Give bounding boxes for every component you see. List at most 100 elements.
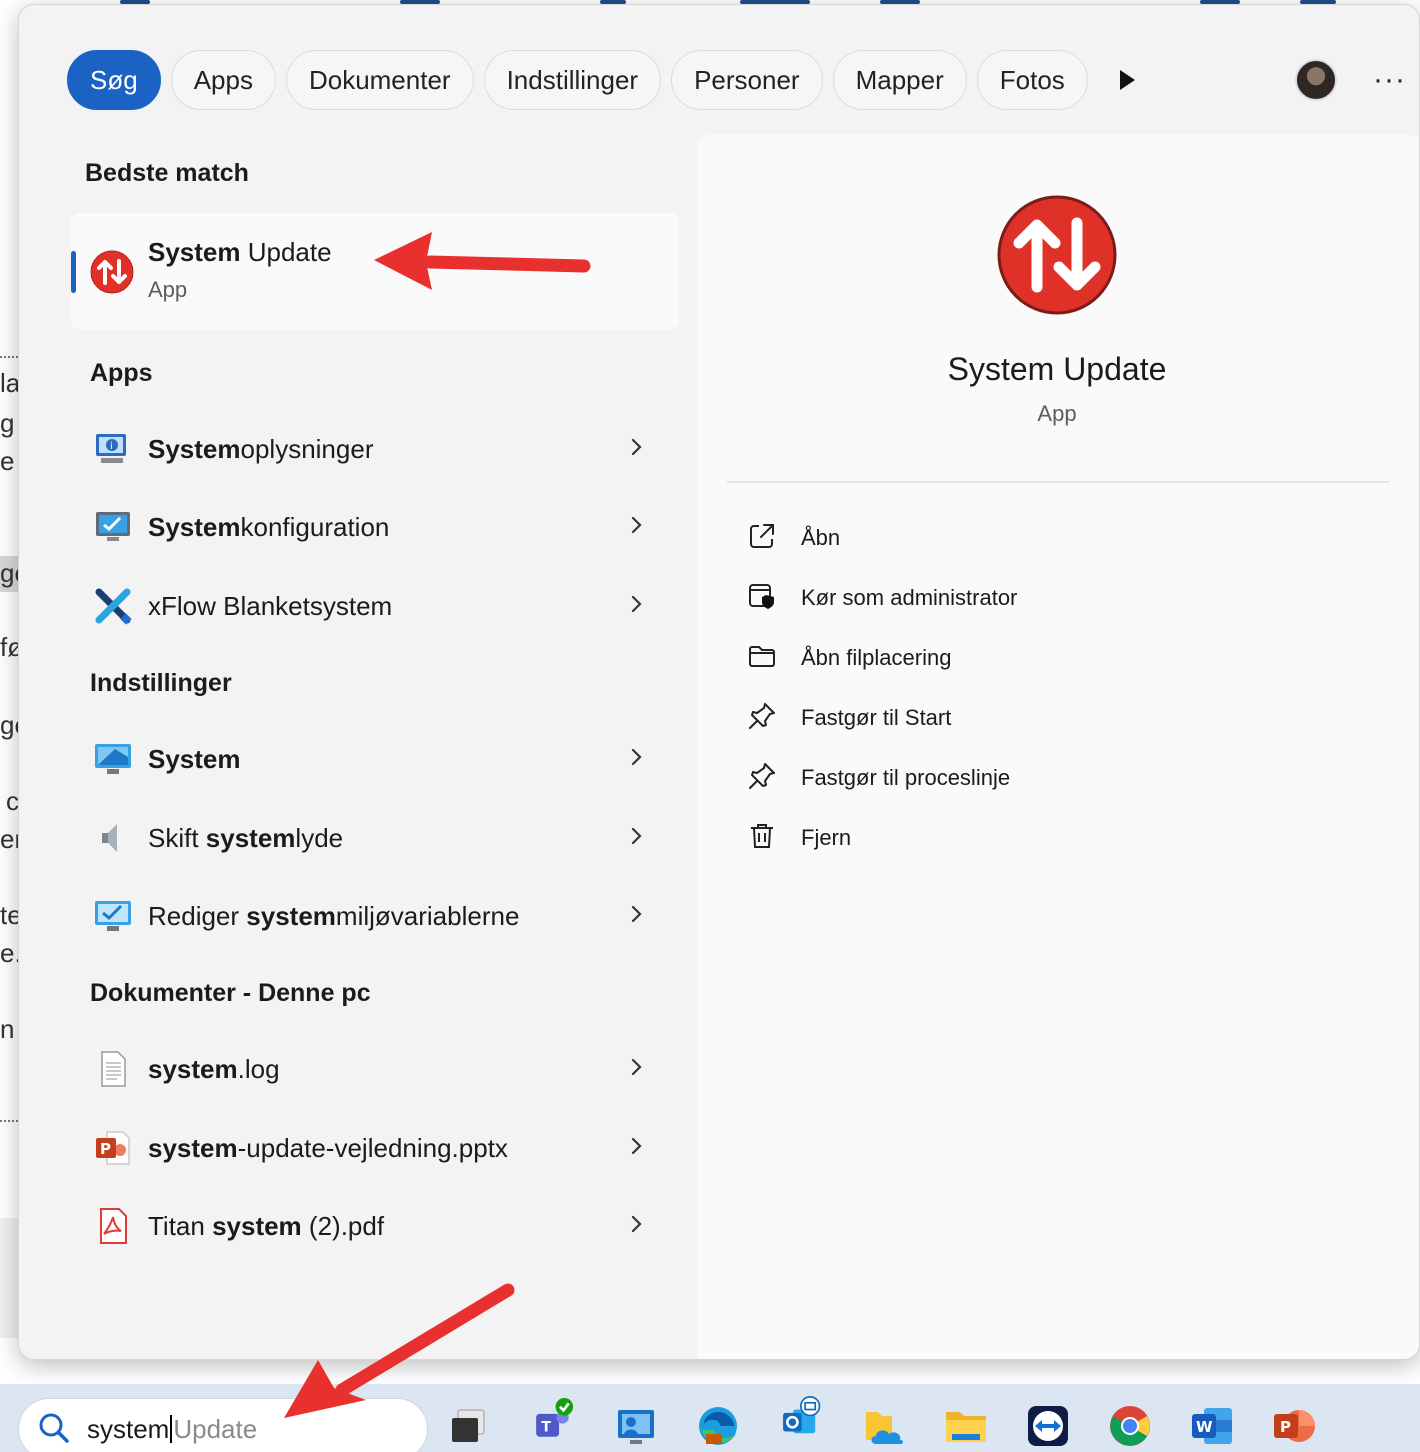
filter-chip-photos[interactable]: Fotos [976,50,1088,110]
result-row-xflow-blanketsystem[interactable]: xFlow Blanketsystem [89,576,649,636]
outlook-icon[interactable] [778,1396,822,1440]
trash-icon [751,824,773,848]
result-label: xFlow Blanketsystem [148,591,393,621]
folder-icon [749,646,775,667]
action-label: Fjern [801,825,852,850]
bg-text: g [0,408,15,438]
best-match-heading: Bedste match [85,159,249,187]
result-row-system-update-vejledning[interactable]: P system-update-vejledning.pptx [89,1118,649,1178]
xflow-icon [95,588,132,625]
annotation-arrow [374,232,591,290]
chrome-icon[interactable] [1108,1404,1152,1448]
result-row-systemkonfiguration[interactable]: Systemkonfiguration [89,497,649,557]
pin-icon [749,763,775,789]
chevron-right-icon[interactable] [629,433,645,461]
bg-text: n [0,1014,15,1044]
system-information-icon: i [96,434,126,463]
selection-indicator [71,251,76,293]
details-divider [727,481,1389,483]
action-label: Åbn [801,525,841,550]
action-label: Kør som administrator [801,585,1018,610]
result-row-system-log[interactable]: system.log [89,1039,649,1099]
pdf-file-icon [100,1208,127,1244]
result-label: System [148,744,241,774]
details-subtitle: App [1037,401,1077,426]
open-external-icon [750,524,774,548]
system-update-icon [90,250,134,294]
filter-chip-people[interactable]: Personer [671,50,823,110]
documents-heading: Dokumenter - Denne pc [90,979,371,1007]
result-row-systemoplysninger[interactable]: i Systemoplysninger [89,419,649,479]
settings-heading: Indstillinger [90,669,232,697]
chevron-right-icon[interactable] [629,590,645,618]
file-explorer-icon[interactable] [944,1404,988,1448]
pin-icon [749,703,775,729]
best-match-subtitle: App [148,277,188,302]
chevron-right-icon[interactable] [629,1053,645,1081]
more-options-icon[interactable]: ··· [1373,63,1406,97]
background-document: la g e ge fø ge c er te e. n [0,0,29,1380]
svg-text:P: P [100,1140,111,1158]
powerpoint-icon[interactable]: P [1272,1404,1316,1448]
search-icon [39,1413,69,1443]
apps-heading: Apps [90,359,153,387]
monitor-icon [95,744,131,774]
filter-chip-folders[interactable]: Mapper [832,50,967,110]
result-label: Skift systemlyde [148,823,344,853]
svg-text:T: T [541,1419,551,1435]
result-row-skift-systemlyde[interactable]: Skift systemlyde [89,808,649,868]
filter-chip-apps[interactable]: Apps [170,50,276,110]
word-icon[interactable]: W [1190,1404,1234,1448]
shield-admin-icon [749,584,774,609]
powerpoint-file-icon: P [96,1131,130,1165]
more-filters-play-icon[interactable] [1115,67,1139,93]
result-label: system.log [148,1054,280,1084]
best-match-title: System Update [148,237,332,267]
bg-footer [0,1218,18,1338]
teamviewer-icon[interactable] [1026,1404,1070,1448]
chevron-right-icon[interactable] [629,1210,645,1238]
filter-chip-documents[interactable]: Dokumenter [285,50,474,110]
filter-chip-settings[interactable]: Indstillinger [483,50,662,110]
dotted-rule [0,356,18,358]
chevron-right-icon[interactable] [629,743,645,771]
details-title: System Update [947,351,1167,387]
chevron-right-icon[interactable] [629,1132,645,1160]
result-row-titan-system-pdf[interactable]: Titan system (2).pdf [89,1196,649,1256]
remote-desktop-icon[interactable] [614,1404,658,1448]
action-label: Fastgør til proceslinje [801,765,1011,790]
result-label: Systemoplysninger [148,434,374,464]
task-view-icon[interactable] [448,1404,492,1448]
svg-text:i: i [110,441,113,452]
speaker-icon [102,824,117,852]
edge-icon[interactable] [696,1404,740,1448]
teams-icon[interactable]: T [530,1398,574,1442]
result-row-rediger-systemmiljovariablerne[interactable]: Rediger systemmiljøvariablerne [89,886,649,946]
onedrive-folder-icon[interactable] [862,1404,906,1448]
search-panel: Søg Apps Dokumenter Indstillinger Person… [18,4,1420,1360]
search-input[interactable]: system Update [87,1414,257,1445]
dotted-rule [0,1120,18,1122]
user-avatar[interactable] [1295,59,1337,101]
result-label: Systemkonfiguration [148,512,390,542]
result-label: Rediger systemmiljøvariablerne [148,901,520,931]
filter-chip-search[interactable]: Søg [67,50,161,110]
result-label: Titan system (2).pdf [148,1211,385,1241]
action-label: Fastgør til Start [801,705,952,730]
svg-text:P: P [1280,1418,1291,1436]
result-row-system[interactable]: System [89,729,649,789]
action-label: Åbn filplacering [801,645,952,670]
result-label: system-update-vejledning.pptx [148,1133,508,1163]
system-configuration-icon [96,512,130,541]
search-filter-bar: Søg Apps Dokumenter Indstillinger Person… [67,49,1088,111]
chevron-right-icon[interactable] [629,900,645,928]
svg-text:W: W [1196,1418,1213,1436]
chevron-right-icon[interactable] [629,511,645,539]
monitor-check-icon [95,901,131,931]
bg-text: e [0,446,15,476]
details-pane: System Update App Åbn Kør som administra… [697,135,1419,1359]
system-update-large-icon [997,195,1117,315]
text-file-icon [101,1051,126,1087]
chevron-right-icon[interactable] [629,822,645,850]
annotation-arrow [284,1283,515,1418]
